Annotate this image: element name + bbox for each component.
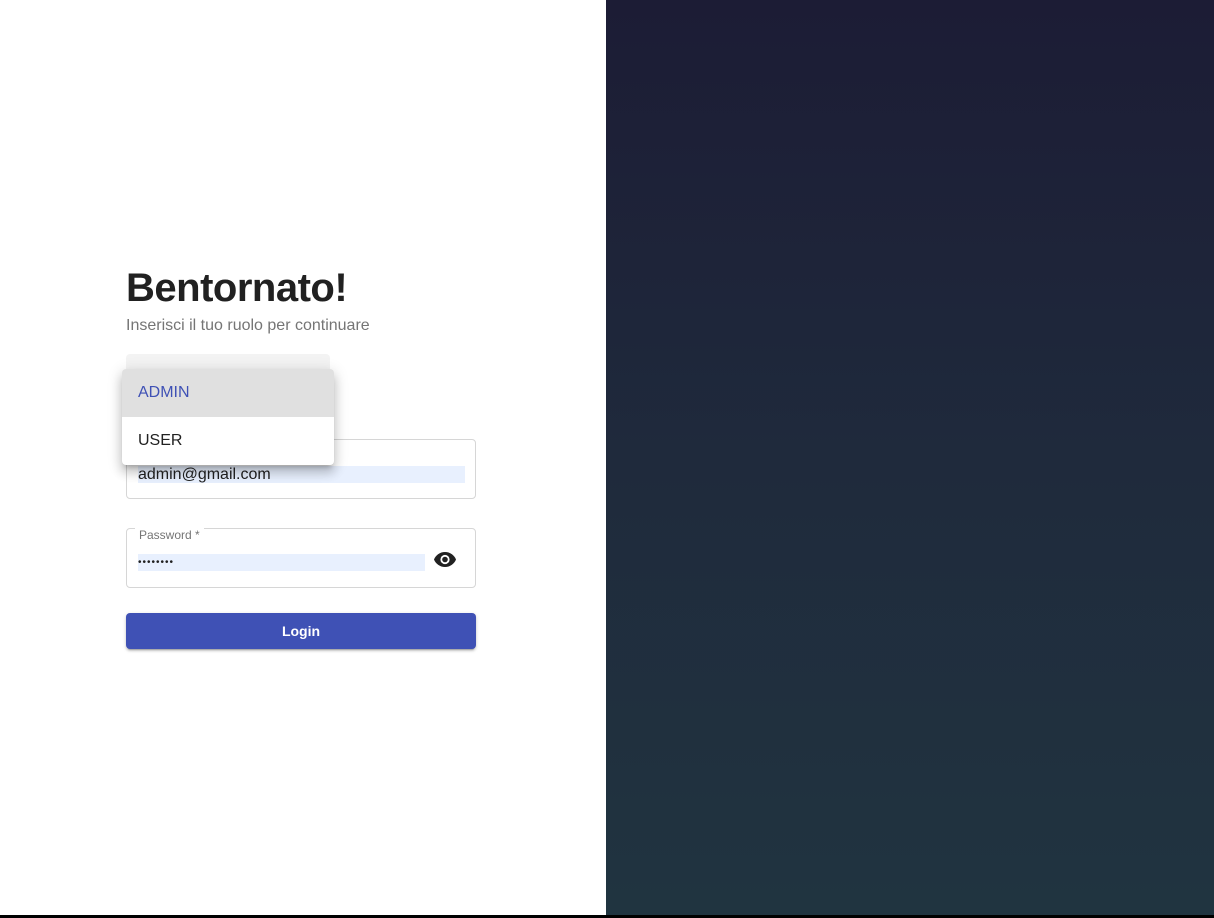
login-button[interactable]: Login [126,613,476,649]
password-label: Password * [135,528,204,542]
decorative-gradient-panel [606,0,1214,915]
login-panel: Bentornato! Inserisci il tuo ruolo per c… [0,0,606,915]
page-title: Bentornato! [126,266,348,310]
role-option-user[interactable]: USER [122,417,334,465]
email-input[interactable]: admin@gmail.com [138,466,465,483]
page-subtitle: Inserisci il tuo ruolo per continuare [126,317,370,334]
password-field[interactable]: Password * •••••••• [126,528,476,588]
login-page: Bentornato! Inserisci il tuo ruolo per c… [0,0,1214,915]
eye-icon[interactable] [432,549,458,569]
role-dropdown-menu: ADMIN USER [122,369,334,465]
password-input[interactable]: •••••••• [138,554,425,571]
role-option-admin[interactable]: ADMIN [122,369,334,417]
